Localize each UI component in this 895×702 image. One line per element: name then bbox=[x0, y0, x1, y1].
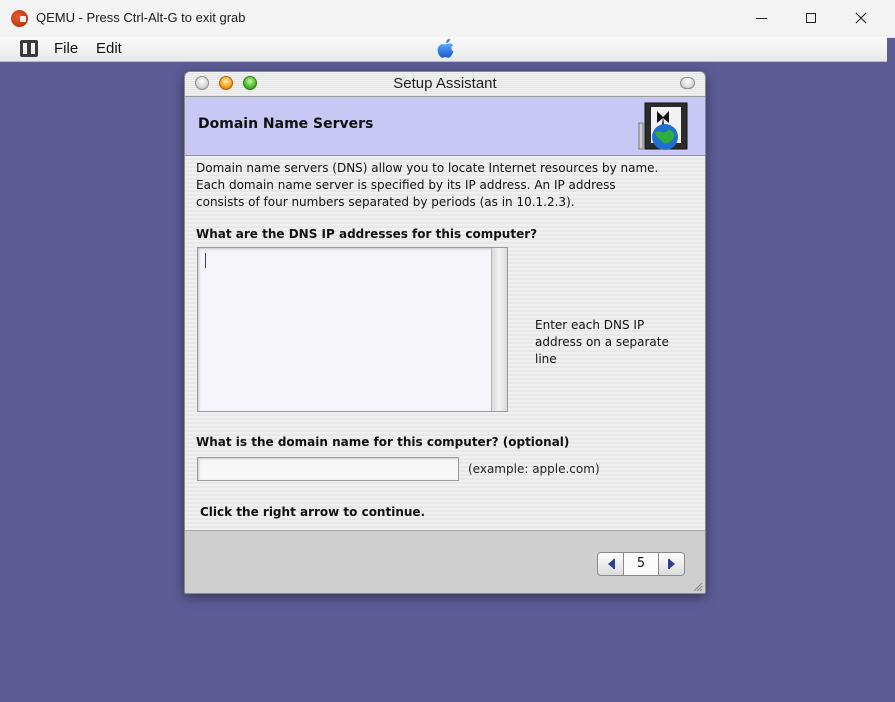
domain-example-text: (example: apple.com) bbox=[468, 462, 600, 476]
setup-assistant-window: Setup Assistant Domain Name Servers Doma… bbox=[184, 71, 706, 594]
section-header: Domain Name Servers bbox=[185, 97, 705, 156]
minimize-button[interactable] bbox=[738, 4, 784, 32]
right-arrow-icon bbox=[667, 559, 675, 569]
qemu-logo-icon bbox=[11, 10, 28, 27]
text-caret bbox=[205, 253, 206, 268]
page-number: 5 bbox=[623, 552, 659, 576]
resize-grip-icon[interactable] bbox=[691, 580, 703, 592]
intro-text: Domain name servers (DNS) allow you to l… bbox=[196, 161, 659, 209]
left-arrow-icon bbox=[607, 559, 615, 569]
content-pane: Domain name servers (DNS) allow you to l… bbox=[185, 156, 705, 530]
section-title: Domain Name Servers bbox=[198, 116, 374, 132]
window-title: Setup Assistant bbox=[393, 75, 497, 92]
setup-assistant-icon bbox=[638, 102, 688, 150]
page-navigator: 5 bbox=[597, 552, 685, 576]
continue-instruction: Click the right arrow to continue. bbox=[200, 505, 426, 519]
domain-name-field[interactable] bbox=[197, 457, 459, 481]
menu-file[interactable]: File bbox=[54, 40, 78, 57]
dns-scrollbar[interactable] bbox=[491, 248, 507, 411]
host-titlebar: QEMU - Press Ctrl-Alt-G to exit grab bbox=[0, 0, 895, 38]
close-button[interactable] bbox=[838, 4, 884, 32]
window-titlebar[interactable]: Setup Assistant bbox=[185, 72, 705, 97]
host-window-title: QEMU - Press Ctrl-Alt-G to exit grab bbox=[36, 10, 246, 25]
finder-icon[interactable] bbox=[20, 40, 38, 57]
dns-hint-text: Enter each DNS IP address on a separate … bbox=[535, 318, 669, 366]
apple-logo-icon[interactable] bbox=[436, 38, 456, 59]
maximize-icon bbox=[806, 13, 816, 23]
dns-question-label: What are the DNS IP addresses for this c… bbox=[196, 227, 538, 241]
mac-menubar: File Edit bbox=[0, 37, 887, 62]
dns-addresses-textarea[interactable] bbox=[197, 247, 508, 412]
next-page-button[interactable] bbox=[658, 552, 685, 576]
previous-page-button[interactable] bbox=[597, 552, 624, 576]
domain-question-label: What is the domain name for this compute… bbox=[196, 435, 570, 449]
minimize-icon bbox=[755, 17, 767, 19]
menu-edit[interactable]: Edit bbox=[96, 40, 122, 57]
maximize-button[interactable] bbox=[788, 4, 834, 32]
navigation-footer: 5 bbox=[185, 530, 705, 593]
toolbar-toggle-button[interactable] bbox=[680, 77, 695, 89]
close-icon bbox=[855, 12, 867, 24]
